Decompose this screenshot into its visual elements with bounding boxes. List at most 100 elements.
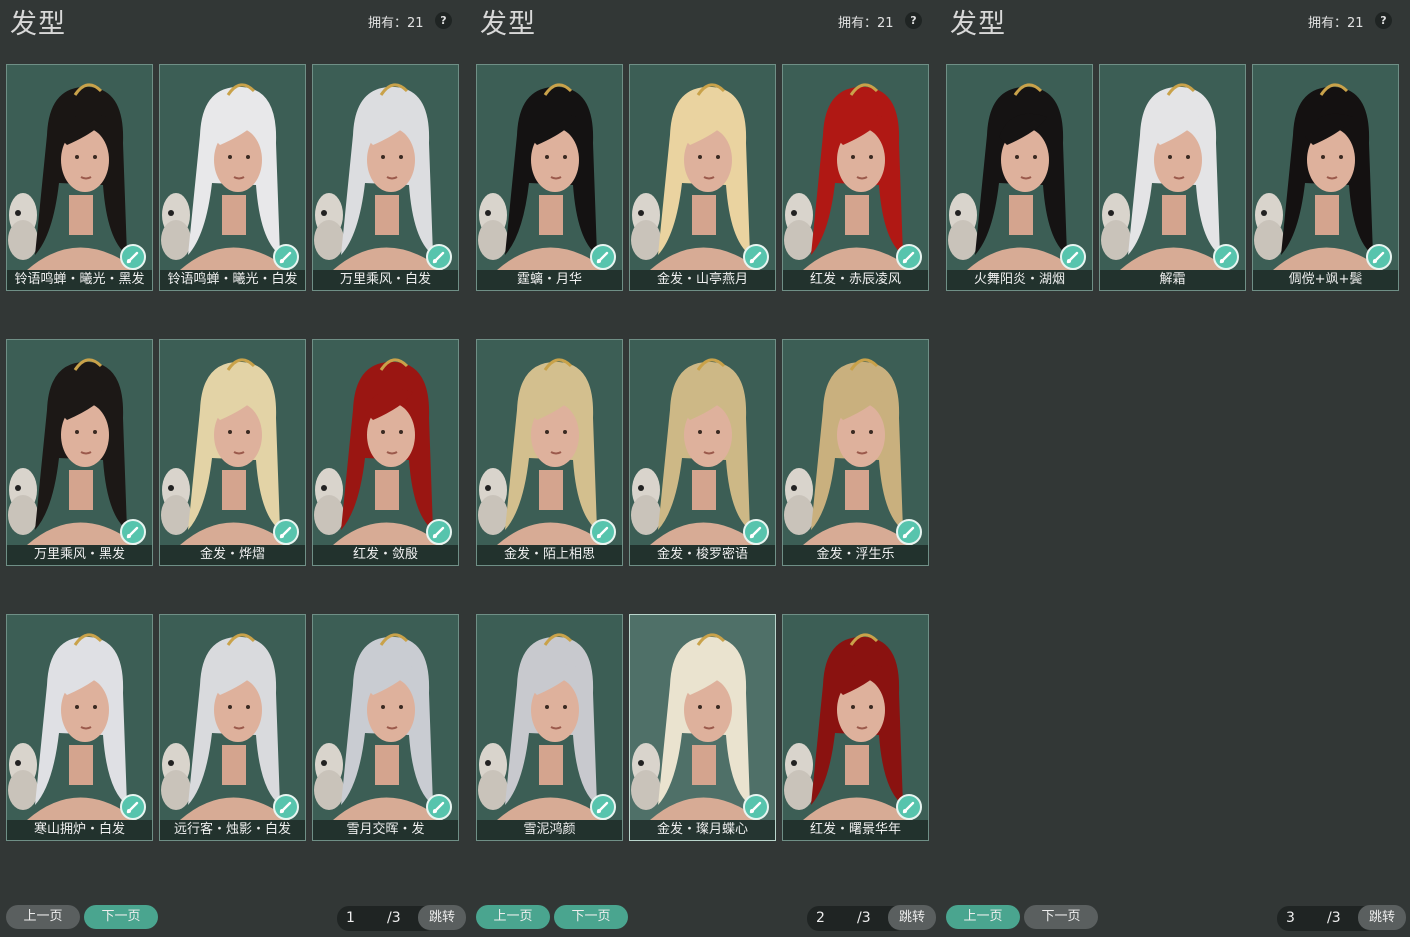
hairstyle-preview-image (631, 83, 760, 270)
hair-card[interactable]: 寒山拥炉・白发 (6, 614, 153, 841)
dye-brush-icon[interactable] (426, 519, 452, 545)
hair-card[interactable]: 金发・陌上相思 (476, 339, 623, 566)
dye-brush-icon[interactable] (120, 794, 146, 820)
hairstyle-preview-image (8, 83, 137, 270)
jump-button[interactable]: 跳转 (418, 905, 466, 930)
hair-card[interactable]: 解霜 (1099, 64, 1246, 291)
hair-card[interactable]: 红发・敛殷 (312, 339, 459, 566)
prev-page-button[interactable]: 上一页 (6, 905, 80, 929)
hair-card[interactable]: 金发・山亭燕月 (629, 64, 776, 291)
hairstyle-preview-image (161, 83, 290, 270)
hair-card[interactable]: 雪月交晖・发 (312, 614, 459, 841)
panel-title: 发型 (10, 9, 66, 40)
hair-name-label: 万里乘风・黑发 (7, 545, 152, 565)
dye-brush-icon[interactable] (120, 519, 146, 545)
hair-name-label: 红发・敛殷 (313, 545, 458, 565)
hair-name-label: 金发・梭罗密语 (630, 545, 775, 565)
prev-page-button[interactable]: 上一页 (946, 905, 1020, 929)
hair-card[interactable]: 万里乘风・黑发 (6, 339, 153, 566)
hair-name-label: 雪泥鸿颜 (477, 820, 622, 840)
hairstyle-preview-image (784, 358, 913, 545)
hair-name-label: 金发・烨熠 (160, 545, 305, 565)
hairstyle-preview-image (8, 358, 137, 545)
next-page-button[interactable]: 下一页 (84, 905, 158, 929)
hair-card[interactable]: 红发・曙景华年 (782, 614, 929, 841)
hairstyle-preview-image (8, 633, 137, 820)
hairstyle-preview-image (948, 83, 1077, 270)
prev-page-button[interactable]: 上一页 (476, 905, 550, 929)
hair-card[interactable]: 火舞阳炎・湖烟 (946, 64, 1093, 291)
panel-title: 发型 (480, 9, 536, 40)
next-page-button[interactable]: 下一页 (554, 905, 628, 929)
dye-brush-icon[interactable] (426, 244, 452, 270)
dye-brush-icon[interactable] (273, 519, 299, 545)
dye-brush-icon[interactable] (120, 244, 146, 270)
hair-name-label: 倜傥+飒+鬓 (1253, 270, 1398, 290)
owned-count: 拥有：21 (1308, 16, 1364, 31)
dye-brush-icon[interactable] (896, 519, 922, 545)
owned-count: 拥有：21 (838, 16, 894, 31)
jump-button[interactable]: 跳转 (1358, 905, 1406, 930)
dye-brush-icon[interactable] (743, 244, 769, 270)
hair-name-label: 金发・浮生乐 (783, 545, 928, 565)
hair-name-label: 铃语鸣蝉・曦光・白发 (160, 270, 305, 290)
hair-card[interactable]: 霆螭・月华 (476, 64, 623, 291)
hair-card[interactable]: 铃语鸣蝉・曦光・白发 (159, 64, 306, 291)
jump-button[interactable]: 跳转 (888, 905, 936, 930)
hair-card[interactable]: 金发・梭罗密语 (629, 339, 776, 566)
hairstyle-preview-image (631, 633, 760, 820)
hair-card[interactable]: 万里乘风・白发 (312, 64, 459, 291)
hair-panel-page-1: 发型 拥有：21 ? 铃语鸣蝉・曦光・黑发 铃语鸣蝉・曦光・白发 万里乘风・白发… (0, 0, 470, 937)
help-icon[interactable]: ? (905, 12, 922, 29)
hairstyle-preview-image (1254, 83, 1383, 270)
hair-name-label: 火舞阳炎・湖烟 (947, 270, 1092, 290)
hair-name-label: 红发・曙景华年 (783, 820, 928, 840)
hairstyle-preview-image (314, 633, 443, 820)
hair-name-label: 远行客・烛影・白发 (160, 820, 305, 840)
dye-brush-icon[interactable] (273, 794, 299, 820)
total-pages: /3 (857, 910, 871, 926)
hair-name-label: 金发・璨月蝶心 (630, 820, 775, 840)
hair-name-label: 金发・陌上相思 (477, 545, 622, 565)
next-page-button[interactable]: 下一页 (1024, 905, 1098, 929)
total-pages: /3 (1327, 910, 1341, 926)
dye-brush-icon[interactable] (590, 519, 616, 545)
hairstyle-preview-image (314, 358, 443, 545)
dye-brush-icon[interactable] (590, 244, 616, 270)
hairstyle-preview-image (631, 358, 760, 545)
dye-brush-icon[interactable] (896, 794, 922, 820)
dye-brush-icon[interactable] (273, 244, 299, 270)
hair-panel-page-2: 发型 拥有：21 ? 霆螭・月华 金发・山亭燕月 红发・赤辰凌风 金发・陌上相思… (470, 0, 940, 937)
hair-card[interactable]: 金发・浮生乐 (782, 339, 929, 566)
dye-brush-icon[interactable] (590, 794, 616, 820)
hairstyle-preview-image (784, 633, 913, 820)
dye-brush-icon[interactable] (426, 794, 452, 820)
hair-name-label: 万里乘风・白发 (313, 270, 458, 290)
help-icon[interactable]: ? (435, 12, 452, 29)
hair-card[interactable]: 倜傥+飒+鬓 (1252, 64, 1399, 291)
hair-card[interactable]: 红发・赤辰凌风 (782, 64, 929, 291)
dye-brush-icon[interactable] (743, 794, 769, 820)
current-page: 3 (1286, 910, 1295, 926)
hair-card[interactable]: 铃语鸣蝉・曦光・黑发 (6, 64, 153, 291)
hair-card[interactable]: 远行客・烛影・白发 (159, 614, 306, 841)
hair-panel-page-3: 发型 拥有：21 ? 火舞阳炎・湖烟 解霜 倜傥+飒+鬓 上一页 下一页 3 /… (940, 0, 1410, 937)
hair-name-label: 寒山拥炉・白发 (7, 820, 152, 840)
help-icon[interactable]: ? (1375, 12, 1392, 29)
dye-brush-icon[interactable] (743, 519, 769, 545)
hairstyle-preview-image (314, 83, 443, 270)
hair-card[interactable]: 雪泥鸿颜 (476, 614, 623, 841)
hair-card[interactable]: 金发・烨熠 (159, 339, 306, 566)
hair-name-label: 铃语鸣蝉・曦光・黑发 (7, 270, 152, 290)
total-pages: /3 (387, 910, 401, 926)
dye-brush-icon[interactable] (1366, 244, 1392, 270)
dye-brush-icon[interactable] (1213, 244, 1239, 270)
hairstyle-preview-image (161, 358, 290, 545)
hair-name-label: 解霜 (1100, 270, 1245, 290)
dye-brush-icon[interactable] (896, 244, 922, 270)
dye-brush-icon[interactable] (1060, 244, 1086, 270)
current-page: 1 (346, 910, 355, 926)
current-page: 2 (816, 910, 825, 926)
hair-card-selected[interactable]: 金发・璨月蝶心 (629, 614, 776, 841)
hairstyle-preview-image (784, 83, 913, 270)
